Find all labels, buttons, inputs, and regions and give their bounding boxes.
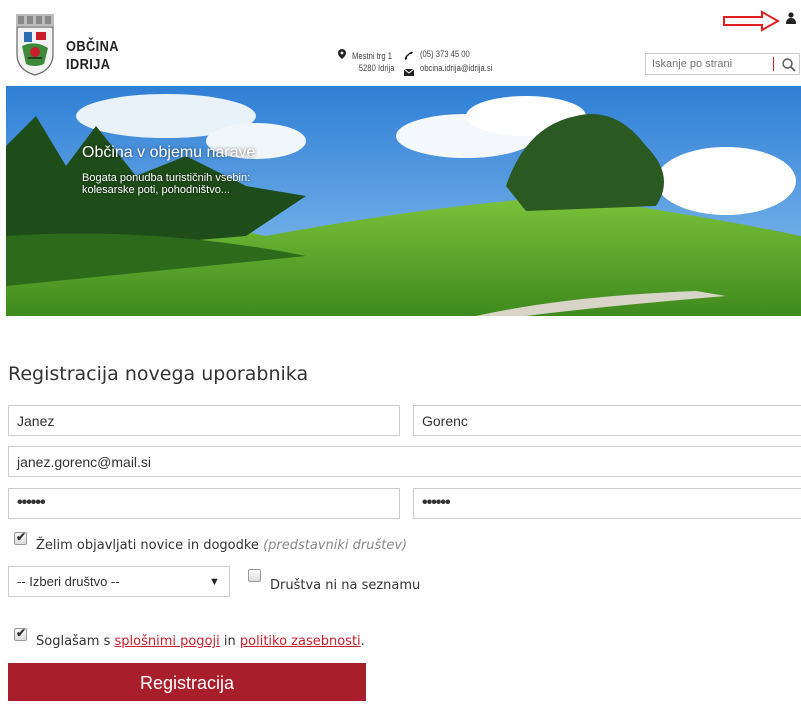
terms-suffix: . <box>360 634 365 649</box>
search-icon[interactable] <box>781 57 797 73</box>
password-repeat-field[interactable]: •••••• <box>413 488 801 519</box>
envelope-icon <box>403 63 415 81</box>
terms-label: Soglašam s splošnimi pogoji in politiko … <box>36 634 365 649</box>
register-button[interactable]: Registracija <box>8 663 366 701</box>
map-marker-icon <box>338 49 346 62</box>
password-repeat-value: •••••• <box>422 494 451 511</box>
phone-number[interactable]: (05) 373 45 00 <box>420 48 470 60</box>
society-select-value: -- Izberi društvo -- <box>17 574 120 589</box>
address-line2: 5280 Idrija <box>358 63 395 73</box>
hero-subtitle-line1: Bogata ponudba turističnih vsebin: <box>82 172 251 184</box>
email-field[interactable]: janez.gorenc@mail.si <box>8 446 801 477</box>
hero-subtitle: Bogata ponudba turističnih vsebin: koles… <box>82 172 250 196</box>
hero-image <box>6 86 801 316</box>
last-name-field[interactable]: Gorenc <box>413 405 801 436</box>
email-link[interactable]: obcina.idrija@idrija.si <box>420 62 492 74</box>
news-label-text: Želim objavljati novice in dogodke <box>36 538 259 553</box>
news-label-note: (predstavniki društev) <box>263 538 408 553</box>
privacy-link[interactable]: politiko zasebnosti <box>240 634 361 649</box>
society-select[interactable]: -- Izberi društvo -- ▼ <box>8 566 230 597</box>
user-icon[interactable] <box>786 12 796 24</box>
brand-name[interactable]: OBČINA IDRIJA <box>66 38 119 74</box>
terms-mid: in <box>223 634 236 649</box>
society-missing-label[interactable]: Društva ni na seznamu <box>270 578 420 593</box>
checkbox-icon: ✔ <box>16 530 27 544</box>
checkbox-icon: ✔ <box>16 626 27 640</box>
hero-title: Občina v objemu narave <box>82 144 256 161</box>
address-line1: Mestni trg 1 <box>352 51 392 61</box>
email-value: janez.gorenc@mail.si <box>17 454 152 470</box>
crest-logo-icon[interactable] <box>14 14 56 76</box>
first-name-field[interactable]: Janez <box>8 405 400 436</box>
brand-line1: OBČINA <box>66 38 119 55</box>
password-value: •••••• <box>17 494 46 511</box>
terms-prefix: Soglašam s <box>36 634 111 649</box>
terms-checkbox[interactable]: ✔ <box>14 626 27 641</box>
terms-link[interactable]: splošnimi pogoji <box>114 634 219 649</box>
hero-subtitle-line2: kolesarske poti, pohodništvo... <box>82 184 230 196</box>
society-missing-checkbox[interactable] <box>248 569 261 582</box>
password-field[interactable]: •••••• <box>8 488 400 519</box>
search-box[interactable] <box>645 53 800 75</box>
first-name-value: Janez <box>17 413 55 429</box>
last-name-value: Gorenc <box>422 413 468 429</box>
search-input[interactable] <box>652 56 762 72</box>
news-label[interactable]: Želim objavljati novice in dogodke (pred… <box>36 538 407 553</box>
red-arrow-icon <box>723 10 780 32</box>
address: Mestni trg 1 5280 Idrija <box>352 50 395 74</box>
news-checkbox[interactable]: ✔ <box>14 530 27 545</box>
brand-line2: IDRIJA <box>66 56 111 73</box>
search-separator <box>773 57 774 71</box>
form-title: Registracija novega uporabnika <box>8 363 309 385</box>
dropdown-caret-icon: ▼ <box>209 576 220 588</box>
